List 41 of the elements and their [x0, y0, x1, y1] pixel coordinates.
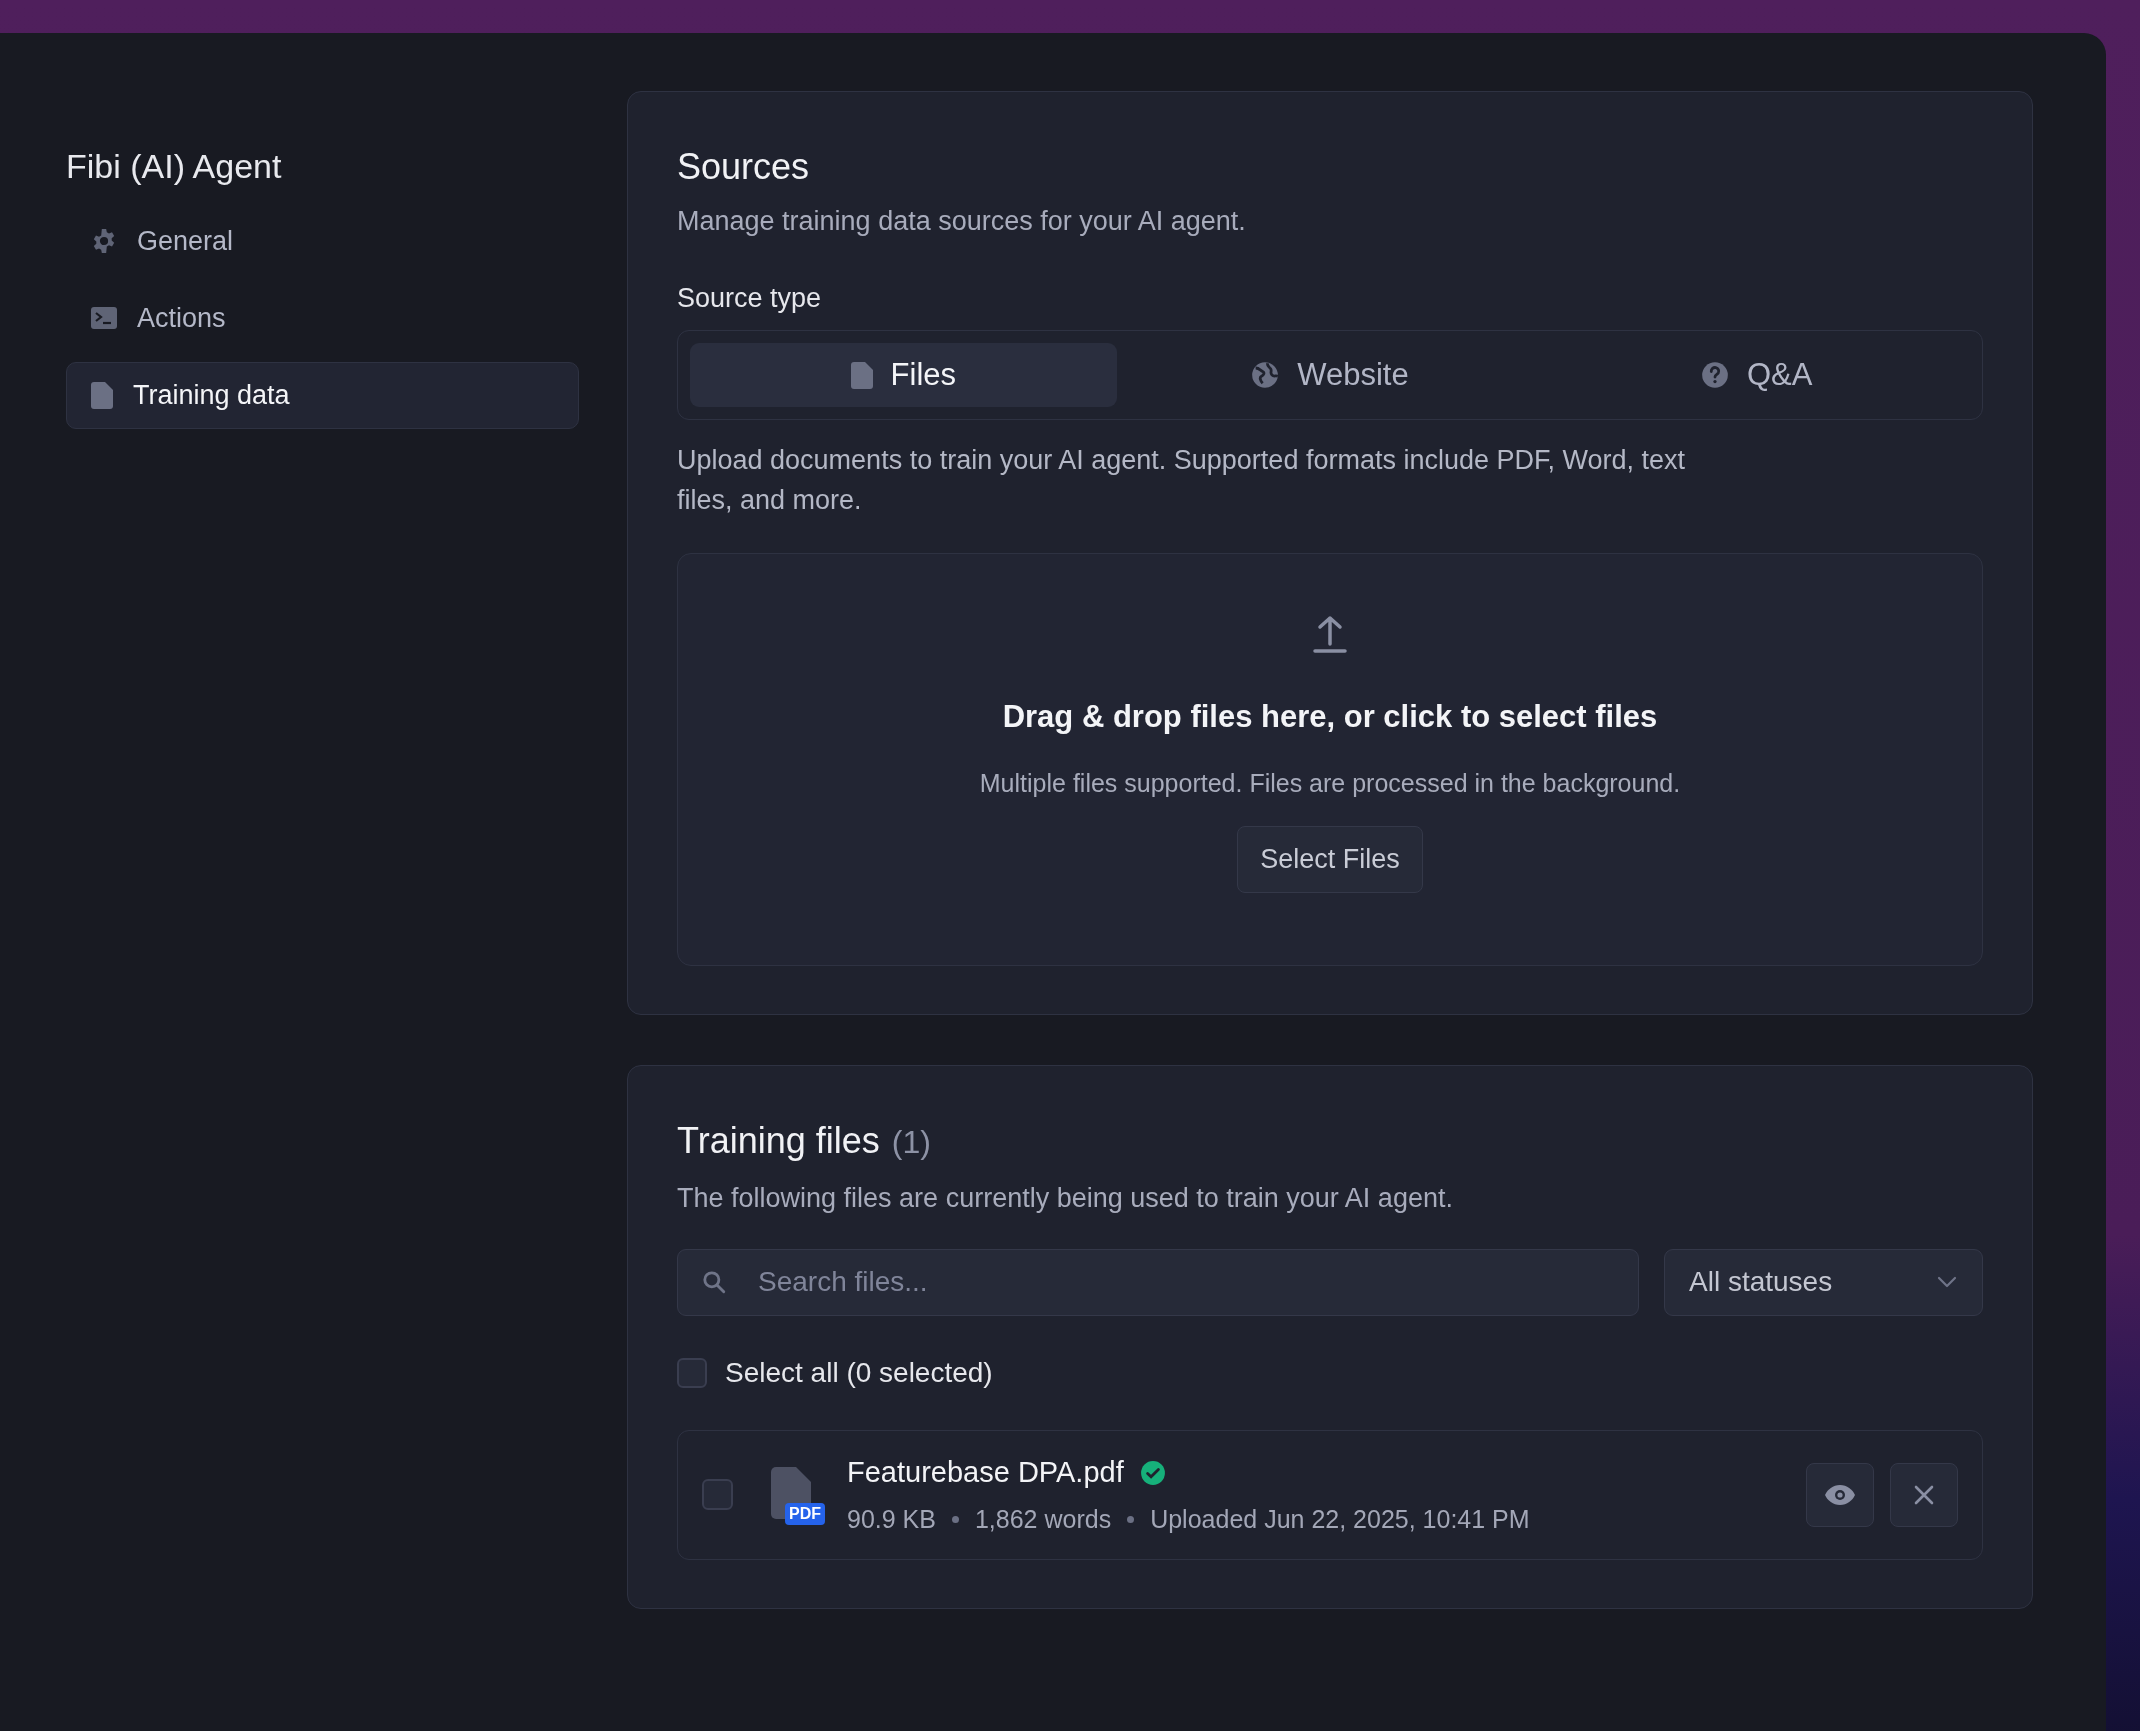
source-type-tab[interactable]: Files [690, 343, 1117, 407]
section-subtitle: The following files are currently being used to train your AI agent. [677, 1182, 1454, 1215]
source-type-label: Source type [677, 281, 823, 315]
close-icon [1914, 1484, 1934, 1505]
dropzone-headline: Drag & drop files here, or click to select files [1002, 698, 1658, 736]
search-icon [701, 1268, 727, 1295]
section-title: Sources [677, 145, 811, 189]
chevron-down-icon [1936, 1275, 1958, 1289]
description-text: Upload documents to train your AI agent. Supported formats include PDF, Word, text files, and more. [677, 444, 1687, 517]
sidebar-item[interactable]: Actions [66, 284, 579, 352]
file-size: 90.9 KB [847, 1503, 936, 1535]
file-icon [850, 361, 873, 389]
word-count: 1,862 words [974, 1503, 1112, 1535]
file-name: Featurebase DPA.pdf [847, 1455, 1124, 1490]
question-icon [1700, 361, 1729, 389]
sidebar-item[interactable]: Training data [66, 361, 579, 429]
status-dropdown[interactable]: All statuses [1664, 1248, 1983, 1316]
preview-button[interactable] [1806, 1462, 1874, 1527]
gear-icon [91, 228, 117, 254]
agent-title: Fibi (AI) Agent [66, 146, 283, 187]
dropzone[interactable]: Drag & drop files here, or click to select files Multiple files supported. Files are processed in the background. Select Files [677, 553, 1983, 966]
eye-icon [1824, 1483, 1856, 1506]
select-all-label: Select all (0 selected) [725, 1355, 993, 1390]
section-subtitle: Manage training data sources for your AI agent. [677, 205, 1247, 238]
terminal-icon [91, 306, 117, 330]
remove-button[interactable] [1890, 1462, 1958, 1527]
checkbox[interactable] [677, 1357, 707, 1388]
checkbox[interactable] [702, 1479, 733, 1510]
file-count: (1) [891, 1123, 931, 1162]
select-files-button[interactable]: Select Files [1237, 826, 1423, 893]
search-field[interactable]: Search files... [677, 1248, 1639, 1316]
upload-icon [1312, 614, 1348, 654]
upload-date: Uploaded Jun 22, 2025, 10:41 PM [1150, 1503, 1530, 1535]
source-type-tab[interactable]: Website [1116, 343, 1544, 407]
dropzone-hint: Multiple files supported. Files are processed in the background. [979, 767, 1681, 799]
pdf-badge: PDF [785, 1502, 825, 1525]
file-icon [91, 381, 113, 409]
sidebar-item[interactable]: General [66, 207, 579, 275]
globe-icon [1251, 361, 1280, 389]
source-type-tab[interactable]: Q&A [1543, 343, 1970, 407]
section-title: Training files [677, 1119, 880, 1163]
